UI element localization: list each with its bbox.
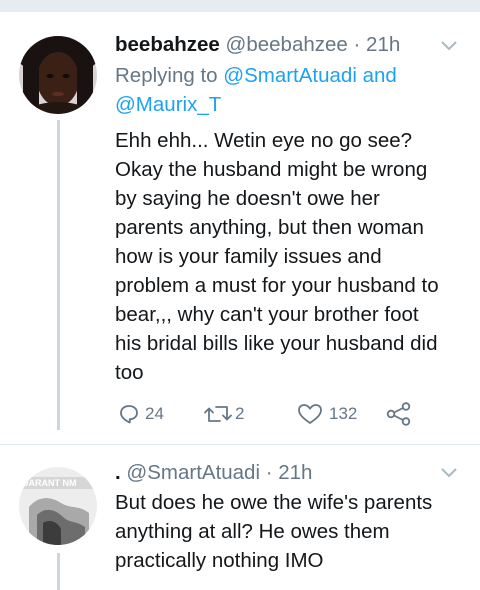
chevron-down-icon[interactable] xyxy=(440,40,458,52)
thread-line xyxy=(57,120,60,430)
retweet-count: 2 xyxy=(235,404,245,423)
display-name[interactable]: . xyxy=(115,461,121,484)
top-separator xyxy=(0,0,480,12)
tweet-text-line: parents anything, but then woman xyxy=(115,216,424,239)
replying-to-label: Replying to xyxy=(115,64,218,87)
display-name[interactable]: beebahzee xyxy=(115,33,220,56)
tweet-text-line: how is your family issues and xyxy=(115,245,382,268)
retweet-icon xyxy=(204,406,232,422)
tweet-text-line: anything at all? He owes them xyxy=(115,520,390,543)
tweet-text-line: too xyxy=(115,361,144,384)
share-icon xyxy=(386,402,411,426)
tweet-text-line: by saying he doesn't owe her xyxy=(115,187,380,210)
user-handle[interactable]: @SmartAtuadi xyxy=(126,461,260,484)
chevron-down-icon[interactable] xyxy=(440,467,458,479)
avatar[interactable] xyxy=(19,36,97,114)
like-count: 132 xyxy=(329,404,358,423)
user-handle[interactable]: @beebahzee xyxy=(226,33,348,56)
reply-count: 24 xyxy=(145,404,164,423)
tweet-text-line: Okay the husband might be wrong xyxy=(115,158,428,181)
timestamp[interactable]: · 21h xyxy=(266,461,313,484)
reply-button[interactable]: 24 xyxy=(117,402,164,426)
retweet-button[interactable]: 2 xyxy=(203,402,244,426)
tweet-divider xyxy=(0,444,480,445)
replying-to: Replying to @SmartAtuadi and xyxy=(115,61,397,90)
tweet-text-line: his bridal bills like your husband did xyxy=(115,332,438,355)
timestamp[interactable]: · 21h xyxy=(354,33,401,56)
heart-icon xyxy=(298,404,322,424)
tweet-text-line: Ehh ehh... Wetin eye no go see? xyxy=(115,129,413,152)
share-button[interactable] xyxy=(386,402,412,426)
avatar[interactable]: UARANT NM xyxy=(19,467,97,545)
like-button[interactable]: 132 xyxy=(297,402,357,426)
avatar-text: UARANT NM xyxy=(22,478,77,488)
mention-link[interactable]: @Maurix_T xyxy=(115,90,221,119)
thread-line xyxy=(57,553,60,590)
tweet-text-line: practically nothing IMO xyxy=(115,549,324,572)
mention-link[interactable]: @SmartAtuadi xyxy=(223,64,357,87)
reply-icon xyxy=(120,405,138,424)
tweet-text-line: But does he owe the wife's parents xyxy=(115,491,433,514)
tweet-text-line: bear,,, why can't your brother foot xyxy=(115,303,419,326)
replying-and: and xyxy=(362,64,397,87)
tweet-text-line: problem a must for your husband to xyxy=(115,274,439,297)
